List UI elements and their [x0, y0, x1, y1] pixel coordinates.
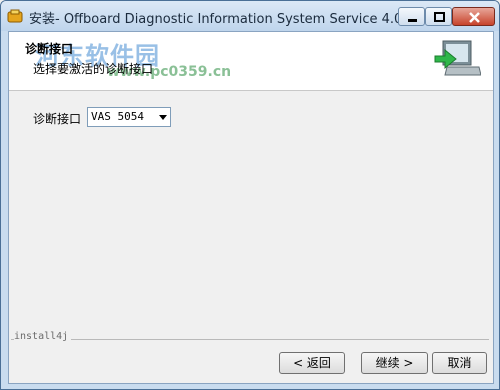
cancel-button[interactable]: 取消 [432, 352, 487, 374]
footer-divider [11, 339, 489, 340]
interface-select[interactable]: VAS 5054 [87, 107, 171, 127]
dropdown-arrow-icon [159, 115, 167, 120]
back-button[interactable]: < 返回 [279, 352, 345, 374]
next-button[interactable]: 继续 > [361, 352, 428, 374]
installer-window: 安装- Offboard Diagnostic Information Syst… [0, 0, 500, 390]
interface-selected-value: VAS 5054 [91, 110, 144, 123]
window-title: 安装- Offboard Diagnostic Information Syst… [29, 12, 415, 27]
wizard-header: 河东软件园 www.pc0359.cn 诊断接口 选择要激活的诊断接口 [9, 32, 493, 91]
maximize-button[interactable] [425, 7, 452, 26]
install4j-brand: install4j [14, 331, 72, 342]
installer-app-icon [7, 9, 23, 23]
minimize-icon [408, 19, 417, 22]
minimize-button[interactable] [398, 7, 425, 26]
interface-label: 诊断接口 [33, 112, 82, 126]
page-title: 诊断接口 [25, 42, 74, 56]
title-bar[interactable]: 安装- Offboard Diagnostic Information Syst… [1, 1, 499, 31]
maximize-icon [434, 12, 445, 22]
close-button[interactable] [452, 7, 495, 26]
computer-install-arrow-icon [434, 40, 481, 76]
page-subtitle: 选择要激活的诊断接口 [33, 62, 154, 76]
close-icon [469, 12, 480, 23]
installer-content: 河东软件园 www.pc0359.cn 诊断接口 选择要激活的诊断接口 诊断接口… [8, 31, 494, 384]
